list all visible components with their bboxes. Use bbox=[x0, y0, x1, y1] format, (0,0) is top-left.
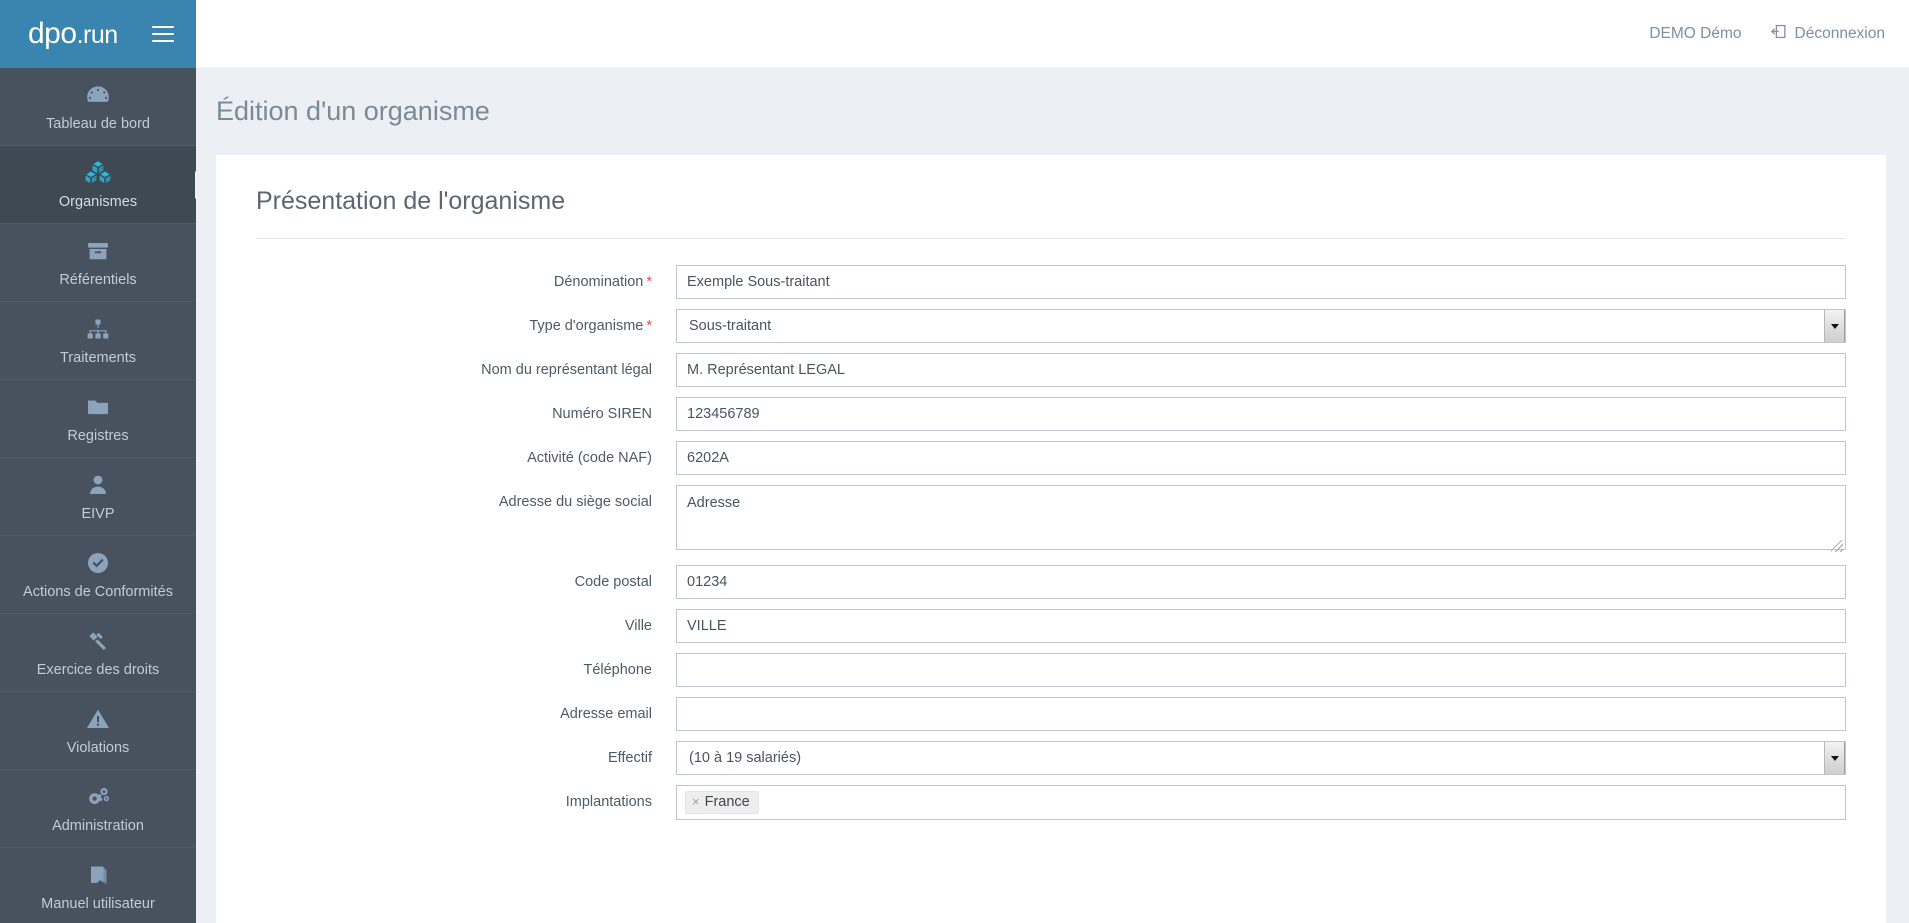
sign-out-icon bbox=[1770, 23, 1787, 45]
tag-item[interactable]: × France bbox=[685, 791, 759, 814]
form-row-ville: Ville bbox=[256, 609, 1846, 643]
sidebar-item-label: Administration bbox=[52, 817, 144, 834]
sidebar-item-label: Actions de Conformités bbox=[23, 583, 173, 600]
sidebar-item-label: Référentiels bbox=[59, 271, 137, 288]
form-row-representant: Nom du représentant légal bbox=[256, 353, 1846, 387]
app-logo[interactable]: dpo.run bbox=[28, 19, 118, 49]
type-organisme-select[interactable]: Sous-traitant bbox=[676, 309, 1846, 343]
sidebar-nav: Tableau de bord Organismes Référentiels … bbox=[0, 68, 209, 923]
folder-icon bbox=[86, 394, 110, 420]
logout-label: Déconnexion bbox=[1794, 24, 1885, 42]
sidebar-item-label: Traitements bbox=[59, 349, 136, 366]
email-label: Adresse email bbox=[560, 706, 652, 722]
topbar: DEMO Démo Déconnexion bbox=[196, 0, 1909, 68]
sidebar-item-label: Organismes bbox=[58, 193, 138, 210]
app-root: dpo.run Tableau de bord Organismes Référ… bbox=[0, 0, 1909, 923]
denomination-input[interactable] bbox=[676, 265, 1846, 299]
logo-suffix: .run bbox=[76, 21, 119, 49]
implantations-label: Implantations bbox=[565, 794, 652, 810]
siren-label: Numéro SIREN bbox=[552, 406, 652, 422]
adresse-label: Adresse du siège social bbox=[498, 494, 652, 510]
form-row-email: Adresse email bbox=[256, 697, 1846, 731]
sidebar-item-label: Tableau de bord bbox=[46, 115, 150, 132]
naf-label: Activité (code NAF) bbox=[527, 450, 652, 466]
form-row-code-postal: Code postal bbox=[256, 565, 1846, 599]
sidebar-item-actions-de-conformites[interactable]: Actions de Conformités bbox=[0, 536, 196, 614]
effectif-select[interactable]: (10 à 19 salariés) bbox=[676, 741, 1846, 775]
dashboard-gauge-icon bbox=[85, 82, 111, 108]
page-title: Édition d'un organisme bbox=[216, 96, 490, 126]
user-icon bbox=[86, 472, 110, 498]
logout-button[interactable]: Déconnexion bbox=[1770, 23, 1885, 45]
sidebar-item-label: EIVP bbox=[81, 505, 115, 522]
gears-icon bbox=[85, 784, 111, 810]
sidebar-item-label: Exercice des droits bbox=[36, 661, 160, 678]
effectif-label: Effectif bbox=[607, 750, 652, 766]
denomination-label: Dénomination * bbox=[553, 274, 652, 290]
required-asterisk: * bbox=[646, 274, 652, 290]
sidebar-item-referentiels[interactable]: Référentiels bbox=[0, 224, 196, 302]
type-organisme-label: Type d'organisme * bbox=[529, 318, 652, 334]
sidebar-item-violations[interactable]: Violations bbox=[0, 692, 196, 770]
representant-input[interactable] bbox=[676, 353, 1846, 387]
sidebar: dpo.run Tableau de bord Organismes Référ… bbox=[0, 0, 209, 923]
required-asterisk: * bbox=[646, 318, 652, 334]
section-heading: Présentation de l'organisme bbox=[256, 187, 1846, 239]
form-row-implantations: Implantations × France bbox=[256, 785, 1846, 820]
sidebar-item-traitements[interactable]: Traitements bbox=[0, 302, 196, 380]
tag-label: France bbox=[704, 794, 750, 810]
sidebar-item-administration[interactable]: Administration bbox=[0, 770, 196, 848]
representant-label: Nom du représentant légal bbox=[481, 362, 652, 378]
sidebar-item-manuel-utilisateur[interactable]: Manuel utilisateur bbox=[0, 848, 196, 923]
sidebar-item-label: Registres bbox=[67, 427, 129, 444]
form-row-naf: Activité (code NAF) bbox=[256, 441, 1846, 475]
sidebar-item-exercice-des-droits[interactable]: Exercice des droits bbox=[0, 614, 196, 692]
organisme-form: Dénomination* Type d'organisme* Sous-tra… bbox=[256, 239, 1846, 820]
logo-name: dpo bbox=[28, 17, 77, 50]
main-content: Édition d'un organisme Présentation de l… bbox=[196, 68, 1909, 923]
email-input[interactable] bbox=[676, 697, 1846, 731]
ville-input[interactable] bbox=[676, 609, 1846, 643]
telephone-label: Téléphone bbox=[583, 662, 652, 678]
user-menu[interactable]: DEMO Démo bbox=[1649, 25, 1741, 43]
implantations-tag-input[interactable]: × France bbox=[676, 785, 1846, 820]
form-row-telephone: Téléphone bbox=[256, 653, 1846, 687]
brand-header: dpo.run bbox=[0, 0, 196, 68]
hamburger-icon[interactable] bbox=[152, 26, 174, 42]
form-row-siren: Numéro SIREN bbox=[256, 397, 1846, 431]
telephone-input[interactable] bbox=[676, 653, 1846, 687]
sidebar-item-registres[interactable]: Registres bbox=[0, 380, 196, 458]
book-icon bbox=[86, 862, 110, 888]
gavel-icon bbox=[86, 628, 110, 654]
ville-label: Ville bbox=[624, 618, 652, 634]
sidebar-item-organismes[interactable]: Organismes bbox=[0, 146, 209, 224]
form-row-effectif: Effectif (10 à 19 salariés) bbox=[256, 741, 1846, 775]
code-postal-label: Code postal bbox=[574, 574, 652, 590]
cubes-icon bbox=[84, 160, 112, 186]
active-indicator-arrow bbox=[195, 170, 209, 199]
form-row-type-organisme: Type d'organisme * Sous-traitant bbox=[256, 309, 1846, 343]
naf-input[interactable] bbox=[676, 441, 1846, 475]
sidebar-item-label: Violations bbox=[66, 739, 130, 756]
warning-triangle-icon bbox=[86, 706, 110, 732]
form-row-denomination: Dénomination * bbox=[256, 265, 1846, 299]
organisme-form-card: Présentation de l'organisme Dénomination… bbox=[216, 155, 1886, 923]
siren-input[interactable] bbox=[676, 397, 1846, 431]
sitemap-icon bbox=[86, 316, 110, 342]
sidebar-item-eivp[interactable]: EIVP bbox=[0, 458, 196, 536]
remove-tag-icon[interactable]: × bbox=[692, 794, 700, 809]
form-row-adresse: Adresse du siège social Adresse bbox=[256, 485, 1846, 555]
sidebar-item-tableau-de-bord[interactable]: Tableau de bord bbox=[0, 68, 196, 146]
sidebar-item-label: Manuel utilisateur bbox=[41, 895, 155, 912]
archive-box-icon bbox=[86, 238, 110, 264]
check-circle-icon bbox=[86, 550, 110, 576]
adresse-textarea[interactable]: Adresse bbox=[676, 485, 1846, 550]
code-postal-input[interactable] bbox=[676, 565, 1846, 599]
